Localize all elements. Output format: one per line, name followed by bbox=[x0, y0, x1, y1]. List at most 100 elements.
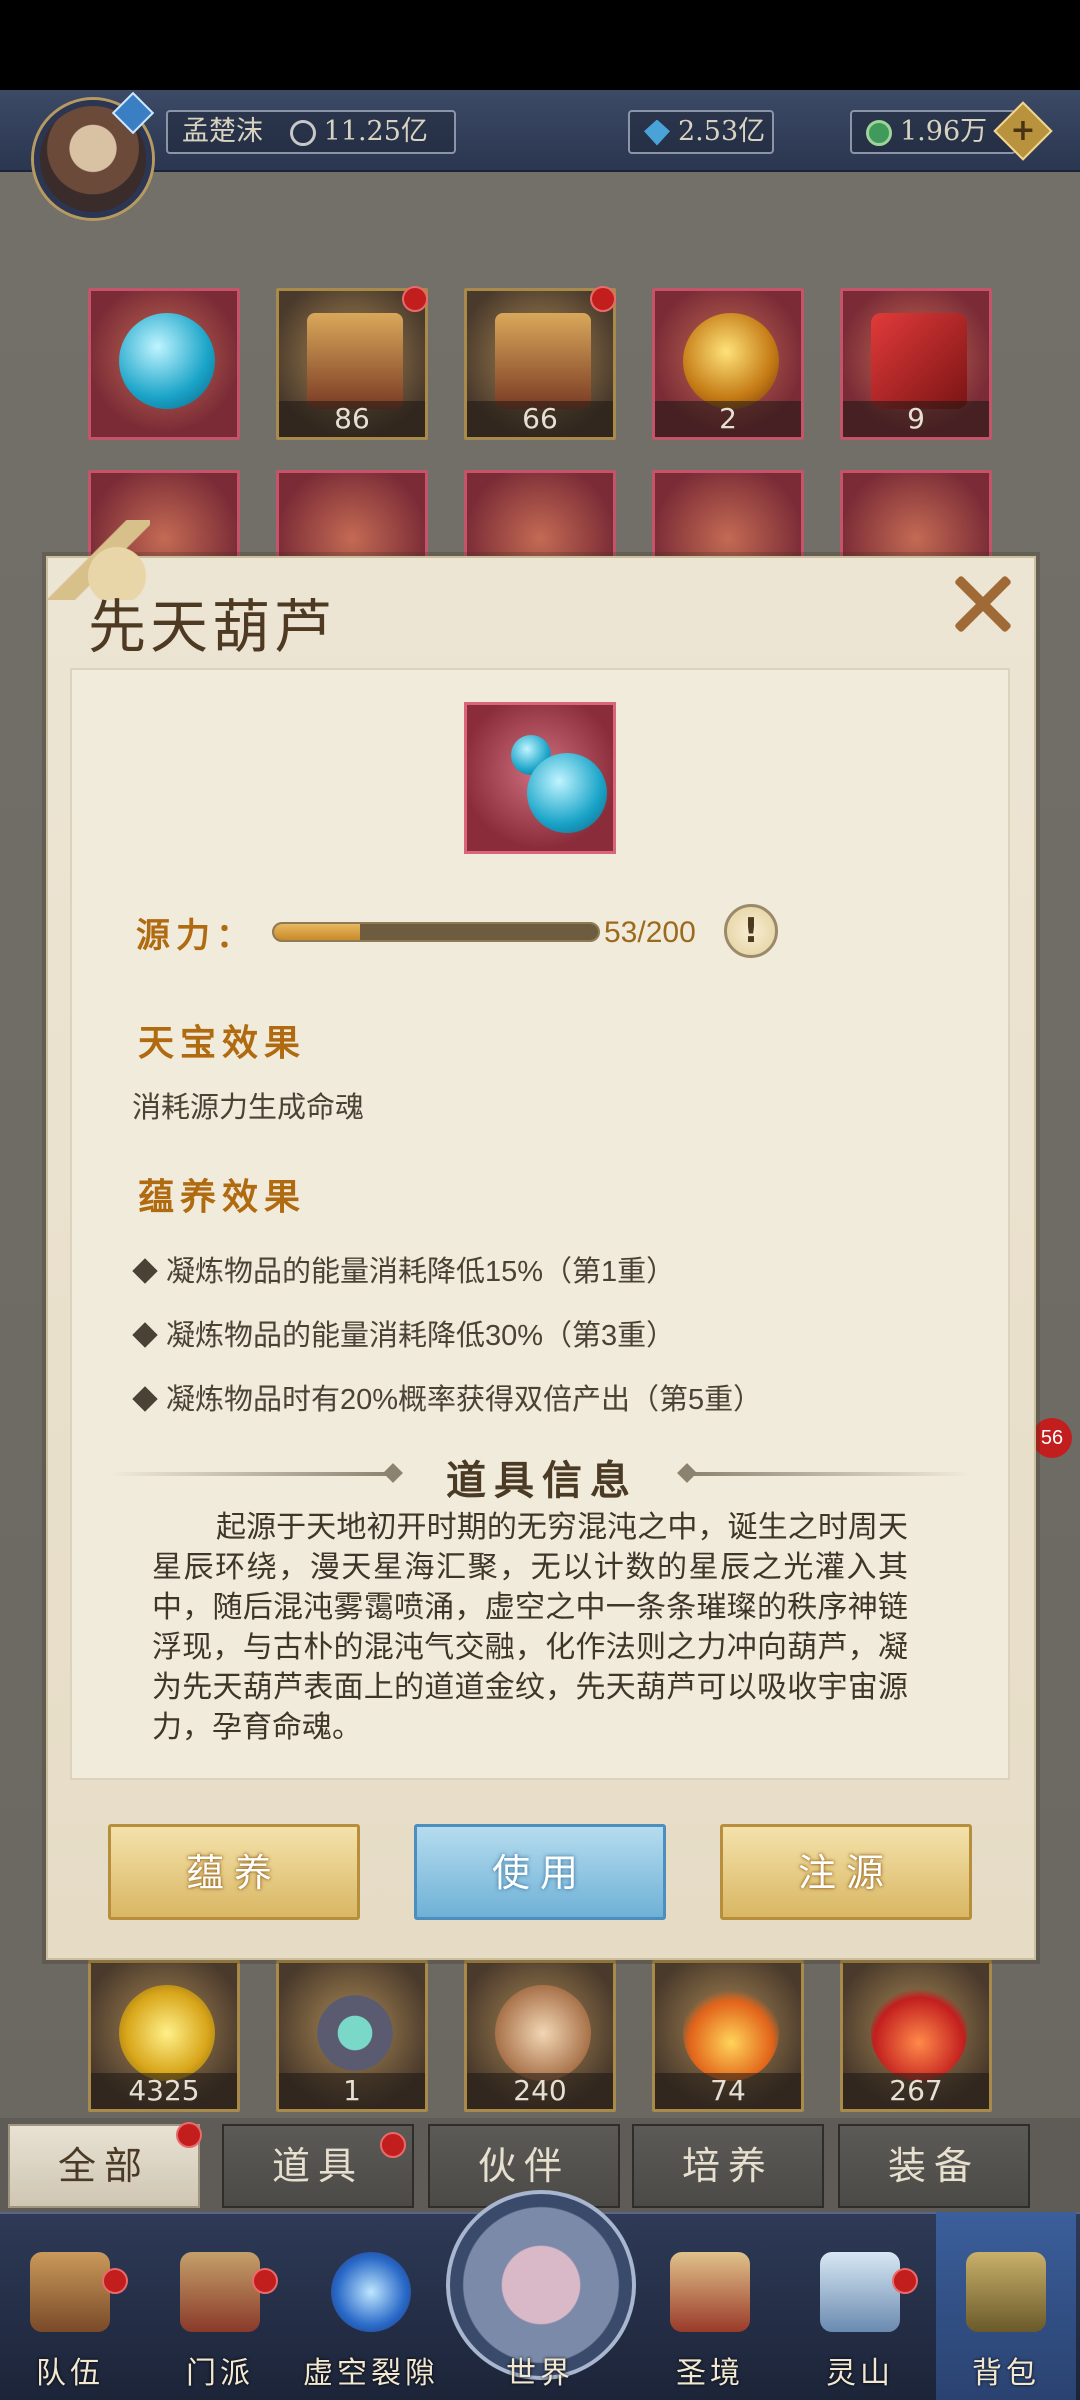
inventory-slot-scroll[interactable]: 9 bbox=[840, 288, 992, 440]
nurture-effect-item: 凝炼物品的能量消耗降低30%（第3重） bbox=[130, 1312, 675, 1354]
power-value: 11.25亿 bbox=[323, 116, 428, 147]
source-power-bar bbox=[272, 922, 600, 942]
inventory-slot-gourd[interactable] bbox=[88, 288, 240, 440]
inventory-slot-flame[interactable]: 74 bbox=[652, 1960, 804, 2112]
notification-dot bbox=[402, 286, 428, 312]
item-count: 4325 bbox=[91, 2073, 237, 2109]
status-bar bbox=[0, 0, 1080, 90]
dialog-title: 先天葫芦 bbox=[88, 593, 337, 661]
player-name: 孟楚沫 bbox=[182, 116, 263, 147]
nav-label: 世界 bbox=[506, 2356, 574, 2391]
nav-backpack[interactable]: 背包 bbox=[936, 2212, 1076, 2400]
gourd-icon bbox=[119, 313, 215, 409]
item-count: 66 bbox=[467, 401, 613, 437]
drop-icon bbox=[871, 1985, 967, 2081]
nav-spirit-mountain[interactable]: 灵山 bbox=[790, 2212, 930, 2400]
treasure-effect-text: 消耗源力生成命魂 bbox=[132, 1092, 365, 1124]
nav-world[interactable]: 世界 bbox=[470, 2212, 610, 2400]
inventory-slot-chest[interactable]: 66 bbox=[464, 288, 616, 440]
flame-icon bbox=[683, 1985, 779, 2081]
use-button[interactable]: 使用 bbox=[414, 1824, 666, 1920]
inventory-slot-drop[interactable]: 267 bbox=[840, 1960, 992, 2112]
nurture-effect-item: 凝炼物品的能量消耗降低15%（第1重） bbox=[130, 1248, 675, 1290]
coin-icon bbox=[866, 119, 892, 146]
close-icon[interactable] bbox=[946, 568, 1018, 640]
pagoda-icon bbox=[670, 2252, 750, 2332]
nav-label: 圣境 bbox=[676, 2356, 744, 2391]
treasure-effect-title: 天宝效果 bbox=[138, 1022, 307, 1064]
nav-label: 灵山 bbox=[826, 2356, 894, 2391]
inventory-slot-chest[interactable]: 86 bbox=[276, 288, 428, 440]
gem-currency[interactable]: 2.53亿 bbox=[628, 110, 774, 154]
inject-source-button[interactable]: 注源 bbox=[720, 1824, 972, 1920]
inventory-slot-feather[interactable]: 240 bbox=[464, 1960, 616, 2112]
item-info-title: 道具信息 bbox=[446, 1457, 638, 1504]
tab-equipment[interactable]: 装备 bbox=[838, 2124, 1030, 2208]
gourd-bottom-icon bbox=[527, 753, 607, 833]
item-gourd-icon bbox=[464, 702, 616, 854]
tab-all[interactable]: 全部 bbox=[8, 2124, 200, 2208]
gem-value: 2.53亿 bbox=[678, 116, 766, 147]
diamond-bullet-icon bbox=[132, 1386, 158, 1413]
vortex-icon bbox=[331, 2252, 411, 2332]
item-count: 240 bbox=[467, 2073, 613, 2109]
inventory-slot-flask[interactable]: 2 bbox=[652, 288, 804, 440]
notification-dot bbox=[590, 286, 616, 312]
coin-value: 1.96万 bbox=[900, 116, 988, 147]
nav-label: 背包 bbox=[972, 2356, 1040, 2391]
tab-cultivate[interactable]: 培养 bbox=[632, 2124, 824, 2208]
item-count: 86 bbox=[279, 401, 425, 437]
nav-sect[interactable]: 门派 bbox=[150, 2212, 290, 2400]
item-count: 267 bbox=[843, 2073, 989, 2109]
nurture-effect-text: 凝炼物品时有20%概率获得双倍产出（第5重） bbox=[166, 1384, 763, 1416]
nav-team[interactable]: 队伍 bbox=[0, 2212, 140, 2400]
plus-icon: + bbox=[1010, 113, 1036, 148]
nurture-button[interactable]: 蕴养 bbox=[108, 1824, 360, 1920]
item-count: 74 bbox=[655, 2073, 801, 2109]
nav-holy-realm[interactable]: 圣境 bbox=[640, 2212, 780, 2400]
nurture-effect-text: 凝炼物品的能量消耗降低15%（第1重） bbox=[166, 1256, 676, 1288]
inventory-slot-ring[interactable]: 1 bbox=[276, 1960, 428, 2112]
diamond-bullet-icon bbox=[132, 1322, 158, 1349]
nurture-effect-title: 蕴养效果 bbox=[138, 1176, 307, 1218]
notification-dot bbox=[176, 2122, 202, 2148]
nurture-effect-text: 凝炼物品的能量消耗降低30%（第3重） bbox=[166, 1320, 676, 1352]
flower-icon bbox=[119, 1985, 215, 2081]
source-power-value: 53/200 bbox=[604, 916, 696, 949]
team-icon bbox=[30, 2252, 110, 2332]
bag-icon bbox=[966, 2252, 1046, 2332]
info-icon[interactable]: ! bbox=[724, 904, 778, 958]
nurture-effect-item: 凝炼物品时有20%概率获得双倍产出（第5重） bbox=[130, 1376, 762, 1418]
notification-dot bbox=[380, 2132, 406, 2158]
inventory-slot-flower[interactable]: 4325 bbox=[88, 1960, 240, 2112]
feather-icon bbox=[495, 1985, 591, 2081]
chest-icon bbox=[495, 313, 591, 409]
diamond-bullet-icon bbox=[132, 1258, 158, 1285]
source-power-label: 源力： bbox=[136, 916, 256, 956]
coin-currency[interactable]: 1.96万 bbox=[850, 110, 1016, 154]
notification-dot bbox=[252, 2268, 278, 2294]
notification-dot bbox=[102, 2268, 128, 2294]
temple-icon bbox=[180, 2252, 260, 2332]
item-count: 1 bbox=[279, 2073, 425, 2109]
notification-dot bbox=[892, 2268, 918, 2294]
scroll-icon bbox=[871, 313, 967, 409]
nav-label: 门派 bbox=[186, 2356, 254, 2391]
nav-void-rift[interactable]: 虚空裂隙 bbox=[296, 2212, 446, 2400]
chest-icon bbox=[307, 313, 403, 409]
power-icon bbox=[289, 119, 316, 146]
item-count: 9 bbox=[843, 401, 989, 437]
nav-label: 虚空裂隙 bbox=[303, 2356, 439, 2391]
source-power-fill bbox=[274, 924, 360, 940]
item-description: 起源于天地初开时期的无穷混沌之中，诞生之时周天星辰环绕，漫天星海汇聚，无以计数的… bbox=[152, 1510, 908, 1745]
diamond-icon bbox=[644, 119, 670, 146]
ring-icon bbox=[307, 1985, 403, 2081]
nav-label: 队伍 bbox=[36, 2356, 104, 2391]
mountain-icon bbox=[820, 2252, 900, 2332]
section-divider-left bbox=[110, 1472, 392, 1476]
section-divider-right bbox=[688, 1472, 970, 1476]
item-count: 2 bbox=[655, 401, 801, 437]
player-info: 孟楚沫 11.25亿 bbox=[166, 110, 456, 154]
flask-icon bbox=[683, 313, 779, 409]
side-notification-count[interactable]: 56 bbox=[1032, 1418, 1072, 1458]
